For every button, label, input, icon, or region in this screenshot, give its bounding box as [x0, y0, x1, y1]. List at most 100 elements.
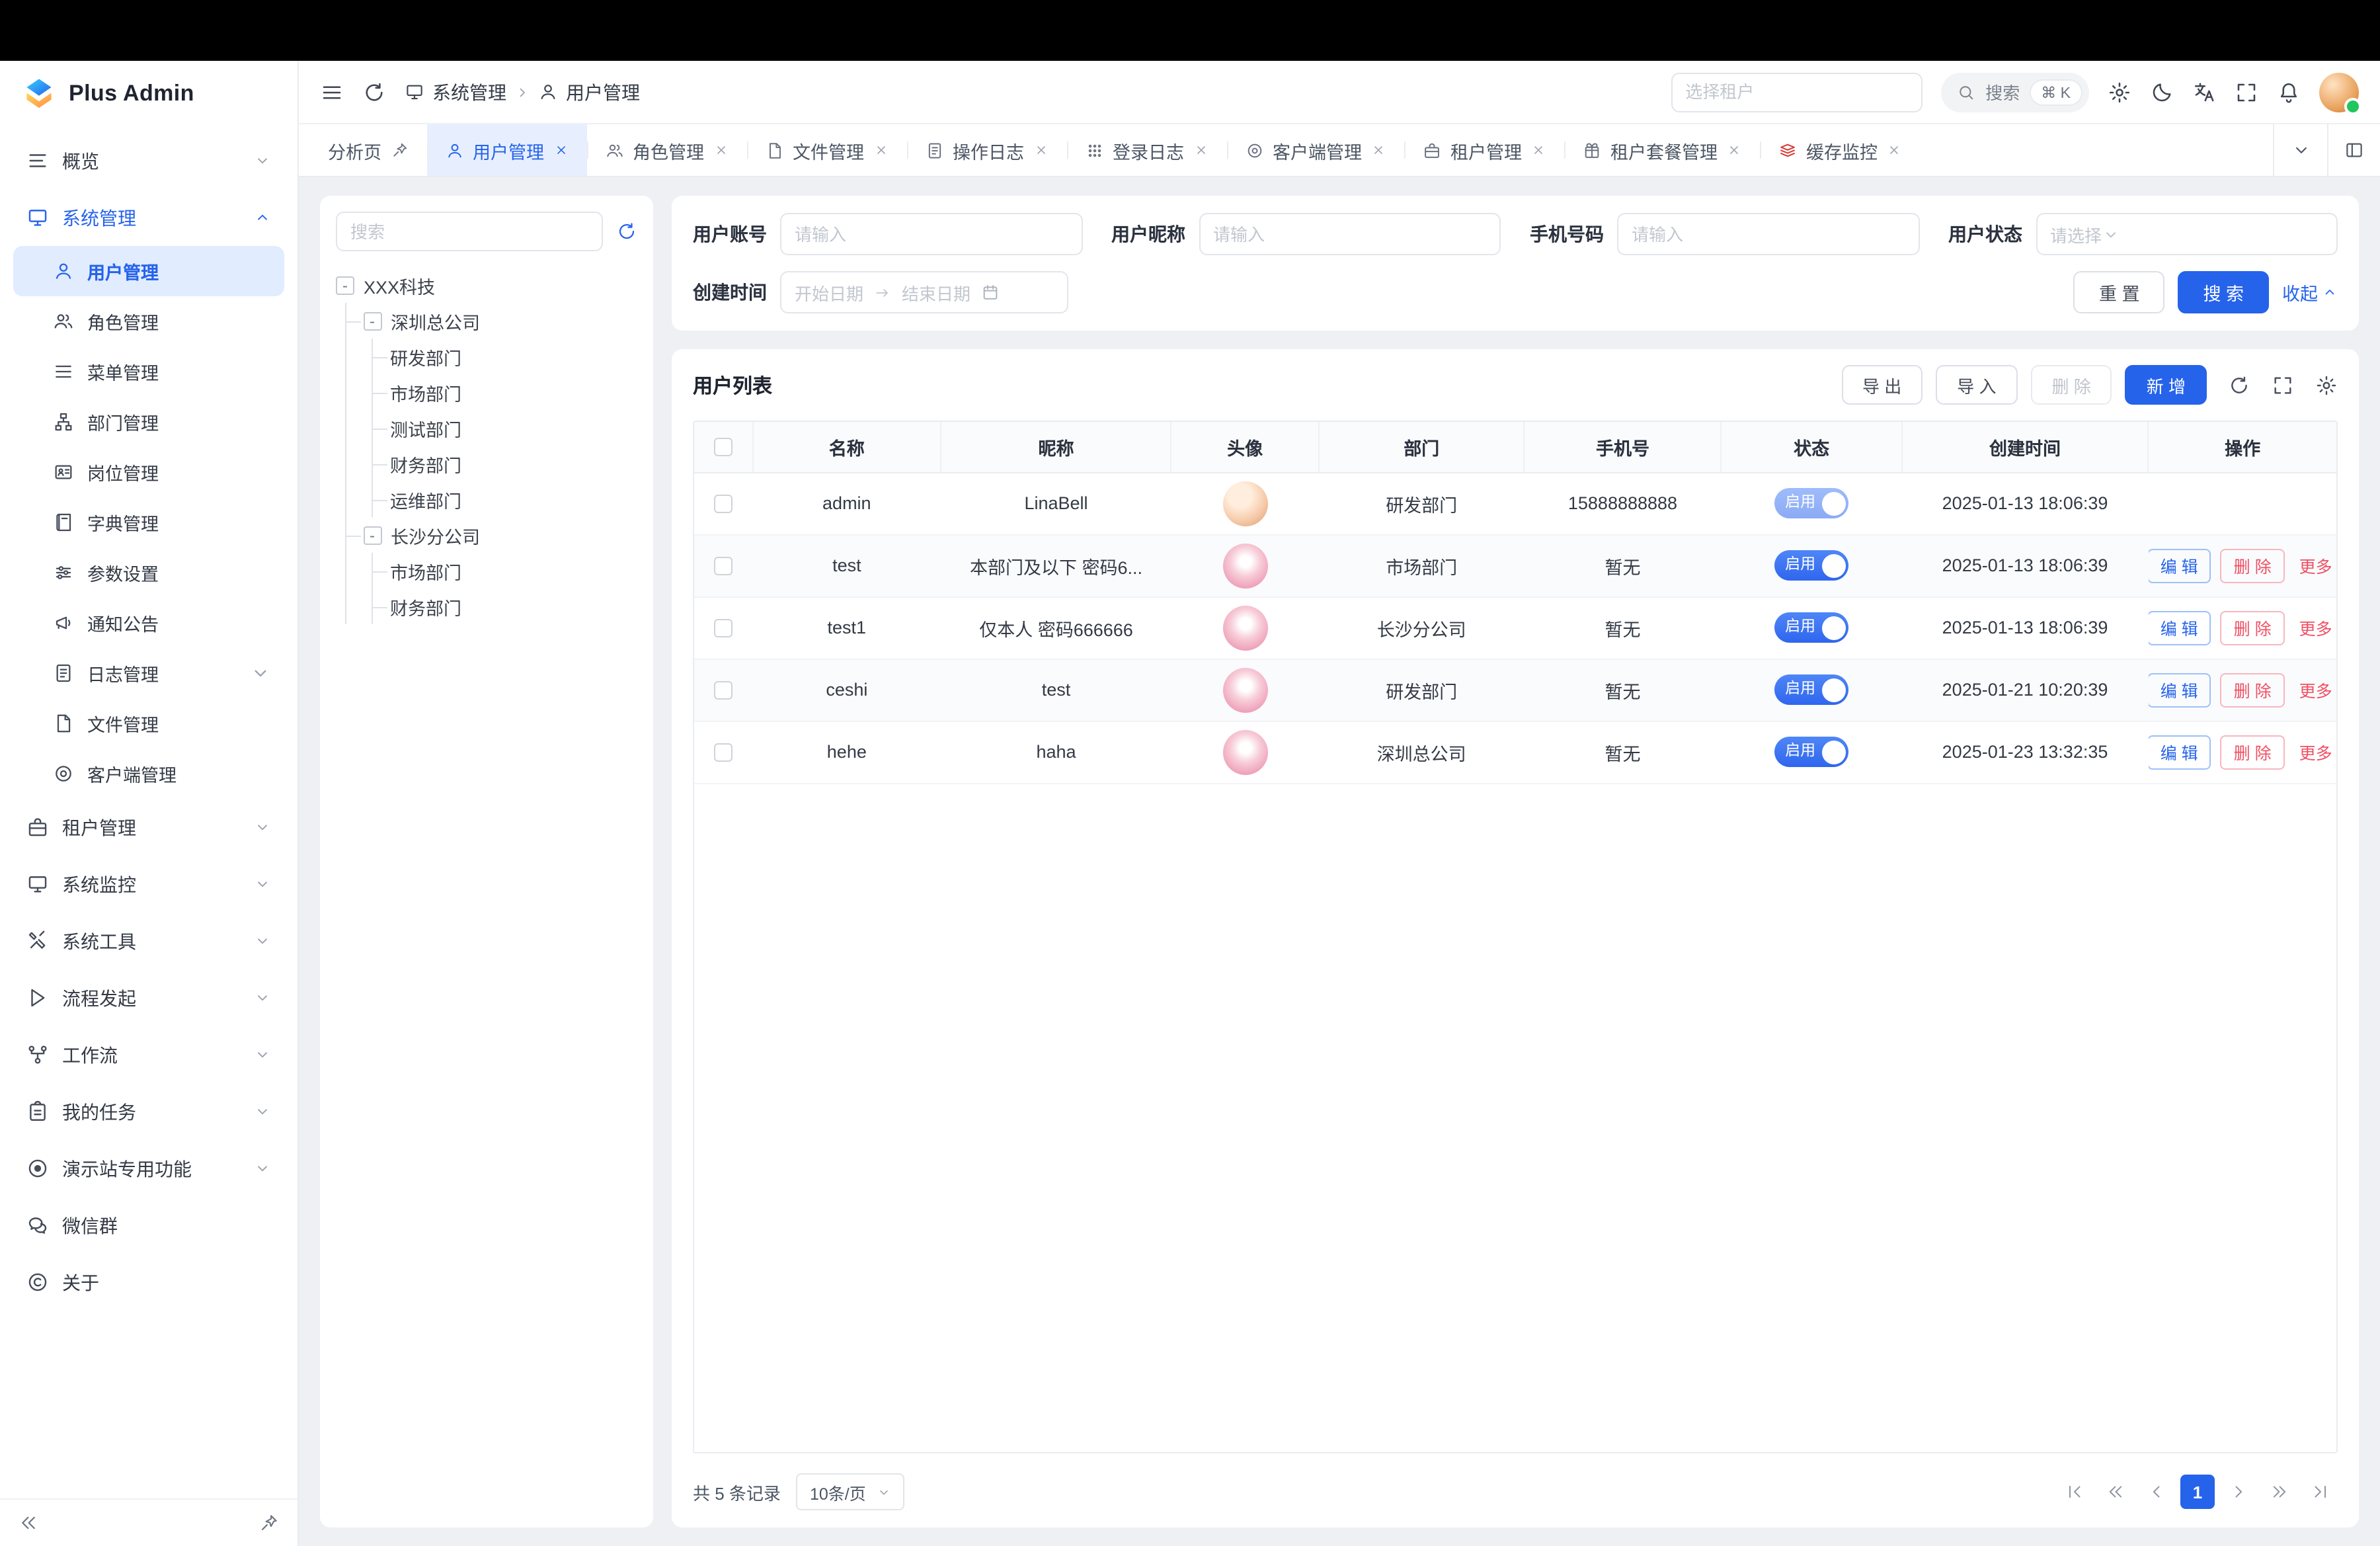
- tree-node[interactable]: 研发部门: [390, 339, 637, 374]
- tree-node[interactable]: 运维部门: [390, 481, 637, 517]
- reset-button[interactable]: 重 置: [2074, 271, 2165, 313]
- breadcrumb-item-system[interactable]: 系统管理: [432, 79, 506, 105]
- row-checkbox[interactable]: [714, 556, 733, 575]
- row-checkbox[interactable]: [714, 494, 733, 512]
- dark-mode-toggle[interactable]: [2150, 80, 2174, 104]
- edit-button[interactable]: 编 辑: [2148, 610, 2211, 645]
- refresh-button[interactable]: [362, 80, 386, 104]
- tree-expander-icon[interactable]: -: [363, 526, 381, 544]
- tab-8[interactable]: 租户套餐管理: [1564, 124, 1760, 176]
- sidebar-collapse-button[interactable]: [19, 1513, 38, 1533]
- sidebar-item-tasks[interactable]: 我的任务: [13, 1083, 284, 1140]
- sidebar-item-tenant[interactable]: 租户管理: [13, 799, 284, 856]
- tab-close-icon[interactable]: [1531, 143, 1546, 157]
- nickname-input[interactable]: [1199, 213, 1501, 255]
- status-toggle[interactable]: 启用: [1774, 488, 1848, 518]
- sidebar-item-dept[interactable]: 部门管理: [13, 397, 284, 447]
- table-settings-button[interactable]: [2307, 374, 2338, 396]
- page-next[interactable]: [2221, 1475, 2256, 1509]
- page-size-select[interactable]: 10条/页: [797, 1473, 904, 1510]
- tree-node[interactable]: -深圳总公司: [363, 303, 637, 339]
- import-button[interactable]: 导 入: [1936, 365, 2017, 405]
- add-button[interactable]: 新 增: [2125, 365, 2207, 405]
- status-toggle[interactable]: 启用: [1774, 612, 1848, 643]
- tab-0[interactable]: 分析页: [309, 124, 426, 176]
- row-checkbox[interactable]: [714, 618, 733, 637]
- pin-icon[interactable]: [391, 142, 408, 159]
- tree-node[interactable]: 财务部门: [390, 589, 637, 624]
- delete-button[interactable]: 删 除: [2221, 672, 2285, 707]
- delete-button[interactable]: 删 除: [2221, 735, 2285, 769]
- current-page[interactable]: 1: [2180, 1475, 2215, 1509]
- more-button[interactable]: 更多: [2294, 548, 2336, 583]
- collapse-filters-link[interactable]: 收起: [2282, 279, 2338, 305]
- status-toggle[interactable]: 启用: [1774, 674, 1848, 705]
- tab-6[interactable]: 客户端管理: [1226, 124, 1404, 176]
- edit-button[interactable]: 编 辑: [2148, 672, 2211, 707]
- sidebar-item-menu[interactable]: 菜单管理: [13, 346, 284, 397]
- more-button[interactable]: 更多: [2294, 735, 2336, 769]
- sidebar-item-wechat[interactable]: 微信群: [13, 1197, 284, 1254]
- account-input[interactable]: [780, 213, 1082, 255]
- page-fast-next[interactable]: [2262, 1475, 2297, 1509]
- tab-5[interactable]: 登录日志: [1066, 124, 1226, 176]
- tab-7[interactable]: 租户管理: [1404, 124, 1564, 176]
- fullscreen-button[interactable]: [2235, 80, 2258, 104]
- tree-refresh-button[interactable]: [616, 221, 637, 242]
- sidebar-item-tools[interactable]: 系统工具: [13, 913, 284, 969]
- sidebar-item-param[interactable]: 参数设置: [13, 548, 284, 598]
- sidebar-item-notice[interactable]: 通知公告: [13, 598, 284, 648]
- page-fast-prev[interactable]: [2098, 1475, 2133, 1509]
- tab-close-icon[interactable]: [1193, 143, 1208, 157]
- bulk-delete-button[interactable]: 删 除: [2031, 365, 2112, 405]
- tree-search-input[interactable]: [336, 212, 603, 251]
- search-button[interactable]: 搜 索: [2178, 271, 2269, 313]
- tree-node[interactable]: 市场部门: [390, 374, 637, 410]
- tree-node[interactable]: 测试部门: [390, 410, 637, 446]
- status-select[interactable]: 请选择: [2036, 213, 2338, 255]
- more-button[interactable]: 更多: [2294, 610, 2336, 645]
- tenant-select[interactable]: [1671, 72, 1922, 112]
- tree-node[interactable]: -XXX科技: [336, 267, 637, 303]
- export-button[interactable]: 导 出: [1841, 365, 1923, 405]
- page-prev[interactable]: [2139, 1475, 2174, 1509]
- sidebar-item-user[interactable]: 用户管理: [13, 246, 284, 296]
- sidebar-item-client[interactable]: 客户端管理: [13, 749, 284, 799]
- tab-close-icon[interactable]: [713, 143, 728, 157]
- settings-gear-button[interactable]: [2108, 80, 2131, 104]
- sidebar-item-log[interactable]: 日志管理: [13, 648, 284, 698]
- edit-button[interactable]: 编 辑: [2148, 548, 2211, 583]
- delete-button[interactable]: 删 除: [2221, 610, 2285, 645]
- sidebar-item-sys-monitor[interactable]: 系统监控: [13, 856, 284, 913]
- delete-button[interactable]: 删 除: [2221, 548, 2285, 583]
- sidebar-item-dict[interactable]: 字典管理: [13, 497, 284, 548]
- date-range-picker[interactable]: 开始日期 结束日期: [780, 271, 1068, 313]
- hamburger-button[interactable]: [320, 80, 344, 104]
- tree-node[interactable]: 财务部门: [390, 446, 637, 481]
- tab-close-icon[interactable]: [1371, 143, 1386, 157]
- sidebar-item-role[interactable]: 角色管理: [13, 296, 284, 346]
- sidebar-item-about[interactable]: 关于: [13, 1254, 284, 1311]
- tab-close-icon[interactable]: [553, 143, 568, 157]
- edit-button[interactable]: 编 辑: [2148, 735, 2211, 769]
- tab-close-icon[interactable]: [1887, 143, 1901, 157]
- language-toggle[interactable]: [2192, 80, 2216, 104]
- page-first[interactable]: [2057, 1475, 2092, 1509]
- notification-bell-button[interactable]: [2277, 80, 2301, 104]
- global-search-button[interactable]: 搜索 ⌘ K: [1940, 72, 2089, 112]
- tab-layout-button[interactable]: [2327, 124, 2380, 176]
- table-fullscreen-button[interactable]: [2264, 374, 2294, 396]
- tab-9[interactable]: 缓存监控: [1760, 124, 1920, 176]
- tab-dropdown-button[interactable]: [2274, 124, 2327, 176]
- tab-2[interactable]: 角色管理: [586, 124, 746, 176]
- tree-expander-icon[interactable]: -: [336, 276, 354, 294]
- tree-node[interactable]: -长沙分公司: [363, 517, 637, 553]
- tab-close-icon[interactable]: [873, 143, 888, 157]
- tree-node[interactable]: 市场部门: [390, 553, 637, 589]
- status-toggle[interactable]: 启用: [1774, 550, 1848, 581]
- tab-1[interactable]: 用户管理: [426, 124, 586, 176]
- tree-expander-icon[interactable]: -: [363, 311, 381, 330]
- tab-4[interactable]: 操作日志: [906, 124, 1066, 176]
- tab-close-icon[interactable]: [1727, 143, 1741, 157]
- phone-input[interactable]: [1617, 213, 1919, 255]
